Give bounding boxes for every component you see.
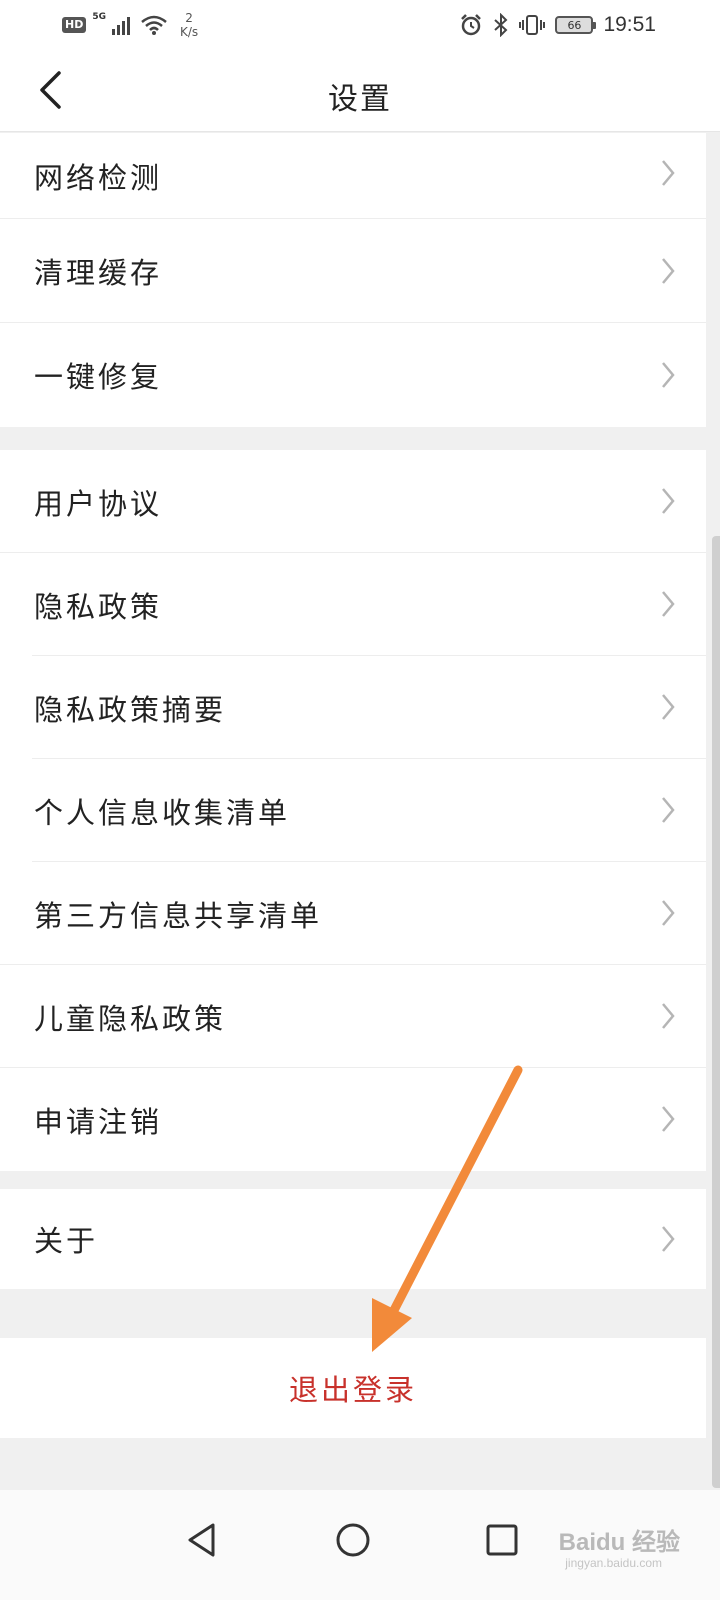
status-bar: HD 5G 2 K/s 66 19:51 (0, 0, 720, 50)
settings-group-policies: 用户协议 隐私政策 隐私政策摘要 个人信息收集清单 第三方信息共享清单 儿童隐私… (0, 450, 706, 1171)
chevron-right-icon (662, 1226, 675, 1252)
item-label: 儿童隐私政策 (34, 1001, 227, 1036)
chevron-right-icon (662, 1003, 675, 1029)
settings-group-tools: 网络检测 清理缓存 一键修复 (0, 133, 706, 427)
logout-label: 退出登录 (288, 1373, 417, 1407)
alarm-icon (461, 14, 482, 36)
net-speed-value: 2 (185, 11, 193, 25)
item-label: 隐私政策 (34, 589, 163, 624)
chevron-right-icon (662, 160, 675, 186)
watermark: Baidu 经验 (558, 1529, 680, 1556)
item-label: 一键修复 (34, 360, 163, 394)
nav-recents-button[interactable] (472, 1510, 532, 1570)
item-label: 关于 (34, 1224, 99, 1258)
battery-icon: 66 (555, 16, 597, 34)
page-title: 设置 (328, 82, 392, 117)
system-nav-bar: Baidu 经验 jingyan.baidu.com (0, 1490, 720, 1600)
title-bar: 设置 (0, 50, 720, 132)
clock: 19:51 (603, 13, 656, 36)
item-label: 个人信息收集清单 (34, 795, 291, 830)
item-label: 清理缓存 (34, 256, 163, 290)
nav-back-button[interactable] (172, 1510, 232, 1570)
item-label: 用户协议 (34, 486, 163, 521)
item-label: 隐私政策摘要 (34, 692, 227, 727)
settings-item-privacy-policy[interactable]: 隐私政策 (0, 553, 706, 656)
triangle-back-icon (188, 1523, 215, 1557)
chevron-right-icon (662, 694, 675, 720)
watermark-sub: jingyan.baidu.com (565, 1556, 662, 1570)
chevron-right-icon (662, 797, 675, 823)
settings-item-personal-info-list[interactable]: 个人信息收集清单 (0, 759, 706, 862)
settings-item-privacy-summary[interactable]: 隐私政策摘要 (0, 656, 706, 759)
settings-group-about: 关于 (0, 1189, 706, 1289)
settings-item-third-party-sharing[interactable]: 第三方信息共享清单 (0, 862, 706, 965)
chevron-right-icon (662, 362, 675, 388)
scrollbar[interactable] (712, 536, 720, 1488)
vibrate-icon (519, 15, 546, 35)
square-recents-icon (486, 1524, 518, 1556)
item-label: 申请注销 (34, 1104, 163, 1139)
nav-home-button[interactable] (323, 1510, 383, 1570)
chevron-right-icon (662, 900, 675, 926)
settings-item-about[interactable]: 关于 (0, 1189, 706, 1289)
settings-item-child-privacy[interactable]: 儿童隐私政策 (0, 965, 706, 1068)
status-left: HD 5G 2 K/s (62, 10, 198, 40)
network-type: 5G (92, 12, 106, 22)
bluetooth-icon (494, 13, 508, 37)
settings-item-user-agreement[interactable]: 用户协议 (0, 450, 706, 553)
item-label: 网络检测 (34, 161, 163, 195)
net-speed-unit: K/s (180, 25, 199, 39)
settings-item-one-click-repair[interactable]: 一键修复 (0, 323, 706, 427)
settings-item-network-check[interactable]: 网络检测 (0, 133, 706, 219)
settings-screen: HD 5G 2 K/s 66 19:51 设置 网络检测 清理缓存 一键修复 用… (0, 0, 720, 1600)
net-speed: 2 K/s (180, 11, 198, 39)
settings-item-cancel-account[interactable]: 申请注销 (0, 1068, 706, 1171)
settings-item-clear-cache[interactable]: 清理缓存 (0, 219, 706, 323)
chevron-right-icon (662, 488, 675, 514)
item-label: 第三方信息共享清单 (34, 898, 323, 933)
battery-level: 66 (567, 18, 582, 32)
wifi-icon (141, 15, 167, 35)
status-right: 66 19:51 (459, 10, 656, 40)
signal-icon (112, 17, 130, 35)
chevron-right-icon (662, 258, 675, 284)
chevron-right-icon (662, 591, 675, 617)
hd-badge: HD (62, 17, 87, 33)
chevron-right-icon (662, 1106, 675, 1132)
logout-button[interactable]: 退出登录 (0, 1338, 706, 1438)
circle-home-icon (336, 1523, 370, 1557)
